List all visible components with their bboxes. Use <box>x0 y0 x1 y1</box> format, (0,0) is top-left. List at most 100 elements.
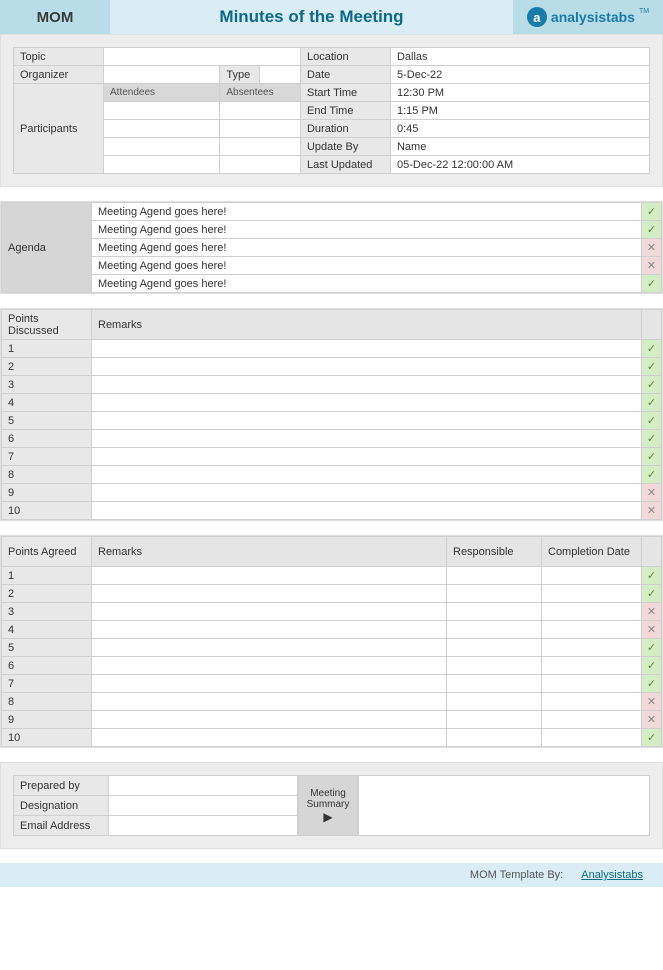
absentees-label: Absentees <box>220 84 301 102</box>
info-section: Topic Location Dallas Organizer Type Dat… <box>0 34 663 187</box>
header-bar: MOM Minutes of the Meeting a analysistab… <box>0 0 663 34</box>
pa-completion[interactable] <box>542 729 642 747</box>
location-value[interactable]: Dallas <box>390 48 649 66</box>
lastupdated-value[interactable]: 05-Dec-22 12:00:00 AM <box>390 156 649 174</box>
absentee-cell[interactable] <box>220 138 301 156</box>
points-discussed-table: Points Discussed Remarks 1✓2✓3✓4✓5✓6✓7✓8… <box>1 309 662 520</box>
pd-remark[interactable] <box>92 376 642 394</box>
absentee-cell[interactable] <box>220 120 301 138</box>
x-icon: ✕ <box>642 693 662 711</box>
pa-completion[interactable] <box>542 621 642 639</box>
agenda-item[interactable]: Meeting Agend goes here! <box>92 275 642 293</box>
pa-col4: Completion Date <box>542 537 642 567</box>
footer-by: MOM Template By: <box>470 869 563 881</box>
pa-remark[interactable] <box>92 693 447 711</box>
pa-remark[interactable] <box>92 585 447 603</box>
agenda-section: AgendaMeeting Agend goes here!✓Meeting A… <box>0 201 663 294</box>
attendee-cell[interactable] <box>104 138 220 156</box>
agenda-item[interactable]: Meeting Agend goes here! <box>92 203 642 221</box>
pa-responsible[interactable] <box>447 603 542 621</box>
pa-row-num: 3 <box>2 603 92 621</box>
check-icon: ✓ <box>642 275 662 293</box>
pa-responsible[interactable] <box>447 729 542 747</box>
designation-value[interactable] <box>109 796 298 816</box>
summary-word: Summary <box>307 799 350 810</box>
check-icon: ✓ <box>642 729 662 747</box>
header-title: Minutes of the Meeting <box>110 0 513 34</box>
pd-remark[interactable] <box>92 502 642 520</box>
prepared-value[interactable] <box>109 776 298 796</box>
pa-responsible[interactable] <box>447 585 542 603</box>
pa-responsible[interactable] <box>447 567 542 585</box>
summary-text-area[interactable] <box>358 775 650 836</box>
meeting-summary-button[interactable]: Meeting Summary ▶ <box>298 775 358 836</box>
check-icon: ✓ <box>642 639 662 657</box>
end-value[interactable]: 1:15 PM <box>390 102 649 120</box>
pa-completion[interactable] <box>542 639 642 657</box>
pd-remark[interactable] <box>92 340 642 358</box>
pd-remark[interactable] <box>92 412 642 430</box>
pd-row-num: 8 <box>2 466 92 484</box>
pa-remark[interactable] <box>92 711 447 729</box>
start-value[interactable]: 12:30 PM <box>390 84 649 102</box>
pa-remark[interactable] <box>92 675 447 693</box>
pa-completion[interactable] <box>542 711 642 729</box>
start-label: Start Time <box>300 84 390 102</box>
absentee-cell[interactable] <box>220 156 301 174</box>
prepared-label: Prepared by <box>14 776 109 796</box>
date-value[interactable]: 5-Dec-22 <box>390 66 649 84</box>
check-icon: ✓ <box>642 430 662 448</box>
pa-remark[interactable] <box>92 729 447 747</box>
updateby-value[interactable]: Name <box>390 138 649 156</box>
x-icon: ✕ <box>642 257 662 275</box>
organizer-value[interactable] <box>104 66 220 84</box>
pa-responsible[interactable] <box>447 621 542 639</box>
pa-remark[interactable] <box>92 621 447 639</box>
x-icon: ✕ <box>642 621 662 639</box>
pa-remark[interactable] <box>92 639 447 657</box>
absentee-cell[interactable] <box>220 102 301 120</box>
check-icon: ✓ <box>642 394 662 412</box>
duration-value[interactable]: 0:45 <box>390 120 649 138</box>
pa-completion[interactable] <box>542 675 642 693</box>
footer-link[interactable]: Analysistabs <box>581 869 643 881</box>
pa-remark[interactable] <box>92 567 447 585</box>
topic-value[interactable] <box>104 48 301 66</box>
pa-responsible[interactable] <box>447 675 542 693</box>
pa-responsible[interactable] <box>447 693 542 711</box>
pd-remark[interactable] <box>92 448 642 466</box>
x-icon: ✕ <box>642 484 662 502</box>
pa-row-num: 6 <box>2 657 92 675</box>
type-value[interactable] <box>260 66 301 84</box>
agenda-item[interactable]: Meeting Agend goes here! <box>92 257 642 275</box>
attendee-cell[interactable] <box>104 102 220 120</box>
check-icon: ✓ <box>642 567 662 585</box>
pa-remark[interactable] <box>92 657 447 675</box>
agenda-item[interactable]: Meeting Agend goes here! <box>92 221 642 239</box>
pd-remark[interactable] <box>92 394 642 412</box>
pa-col1: Points Agreed <box>2 537 92 567</box>
pa-row-num: 9 <box>2 711 92 729</box>
pa-completion[interactable] <box>542 657 642 675</box>
pa-completion[interactable] <box>542 693 642 711</box>
pa-completion[interactable] <box>542 603 642 621</box>
pd-remark[interactable] <box>92 430 642 448</box>
pa-responsible[interactable] <box>447 711 542 729</box>
attendee-cell[interactable] <box>104 156 220 174</box>
pd-row-num: 7 <box>2 448 92 466</box>
pa-responsible[interactable] <box>447 639 542 657</box>
pa-completion[interactable] <box>542 585 642 603</box>
pd-remark[interactable] <box>92 484 642 502</box>
pd-remark[interactable] <box>92 358 642 376</box>
pd-remark[interactable] <box>92 466 642 484</box>
pa-completion[interactable] <box>542 567 642 585</box>
pd-row-num: 6 <box>2 430 92 448</box>
pa-responsible[interactable] <box>447 657 542 675</box>
pd-row-num: 9 <box>2 484 92 502</box>
email-value[interactable] <box>109 816 298 836</box>
pa-remark[interactable] <box>92 603 447 621</box>
points-agreed-table: Points Agreed Remarks Responsible Comple… <box>1 536 662 747</box>
summary-left-table: Prepared by Designation Email Address <box>13 775 298 836</box>
attendee-cell[interactable] <box>104 120 220 138</box>
agenda-item[interactable]: Meeting Agend goes here! <box>92 239 642 257</box>
